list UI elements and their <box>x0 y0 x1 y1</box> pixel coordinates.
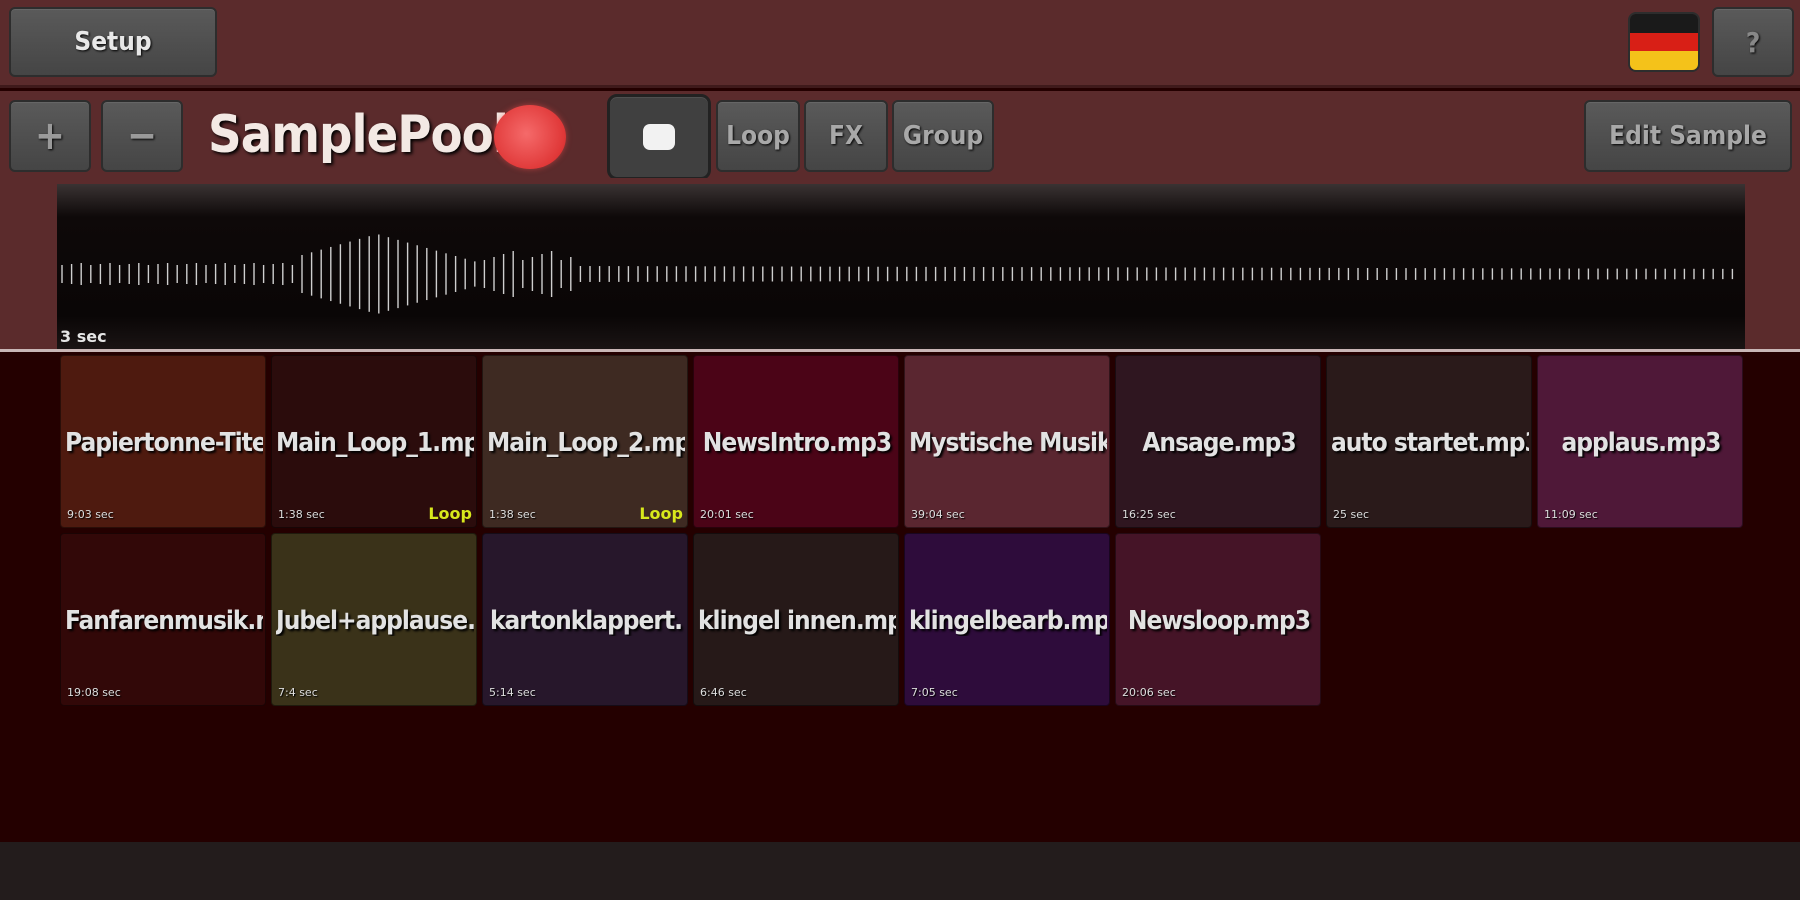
waveform-area: 3 sec <box>0 178 1800 352</box>
setup-button[interactable]: Setup <box>9 7 217 77</box>
stop-button[interactable] <box>607 94 711 180</box>
sample-pad-duration: 11:09 sec <box>1544 508 1598 521</box>
divider <box>0 349 1800 352</box>
sample-pad[interactable]: Newsloop.mp3 20:06 sec <box>1115 533 1321 706</box>
sample-pad-duration: 9:03 sec <box>67 508 114 521</box>
sample-pad-name: Main_Loop_2.mp3 <box>487 428 685 458</box>
sample-pad-duration: 25 sec <box>1333 508 1370 521</box>
sample-pad-duration: 6:46 sec <box>700 686 747 699</box>
sample-pad[interactable]: Fanfarenmusik.m 19:08 sec <box>60 533 266 706</box>
sample-pad-name: klingel innen.mp3 <box>698 606 896 636</box>
sample-pad-duration: 7:4 sec <box>278 686 318 699</box>
fx-button[interactable]: FX <box>804 100 888 172</box>
sample-pad-duration: 1:38 sec <box>278 508 325 521</box>
sample-pad-duration: 7:05 sec <box>911 686 958 699</box>
sample-pad-name: Main_Loop_1.mp3 <box>276 428 474 458</box>
sample-pad-name: applaus.mp3 <box>1561 428 1722 458</box>
sample-pad[interactable]: klingelbearb.mp3 7:05 sec <box>904 533 1110 706</box>
sample-pad-duration: 19:08 sec <box>67 686 121 699</box>
flag-stripe-black <box>1630 14 1698 33</box>
sample-pad-duration: 16:25 sec <box>1122 508 1176 521</box>
sample-pad-duration: 5:14 sec <box>489 686 536 699</box>
sample-pad-name: Mystische Musik. <box>909 428 1107 458</box>
sample-pad-duration: 20:01 sec <box>700 508 754 521</box>
sample-pad-name: Papiertonne-Titel <box>65 428 263 458</box>
sample-pad-name: Jubel+applause.m <box>276 606 474 636</box>
sample-pad[interactable]: Main_Loop_1.mp3 1:38 sec Loop <box>271 355 477 528</box>
sample-pad-loop-badge: Loop <box>639 504 683 523</box>
waveform-graphic <box>61 234 1734 314</box>
sample-pad-name: Ansage.mp3 <box>1142 428 1296 458</box>
sample-pad-name: auto startet.mp3 <box>1331 428 1529 458</box>
sample-pad[interactable]: kartonklappert. 5:14 sec <box>482 533 688 706</box>
sample-pad-duration: 39:04 sec <box>911 508 965 521</box>
sample-pad[interactable]: applaus.mp3 11:09 sec <box>1537 355 1743 528</box>
toolbar: + − SamplePool Loop FX Group Edit Sample <box>0 91 1800 180</box>
waveform-display[interactable]: 3 sec <box>57 184 1745 349</box>
sample-pad[interactable]: klingel innen.mp3 6:46 sec <box>693 533 899 706</box>
sample-pad[interactable]: Jubel+applause.m 7:4 sec <box>271 533 477 706</box>
sample-pad[interactable]: Ansage.mp3 16:25 sec <box>1115 355 1321 528</box>
sample-pad-name: klingelbearb.mp3 <box>909 606 1107 636</box>
add-sample-button[interactable]: + <box>9 100 91 172</box>
flag-stripe-red <box>1630 32 1698 52</box>
help-button[interactable]: ? <box>1712 7 1794 77</box>
waveform-duration-label: 3 sec <box>60 327 107 346</box>
group-button[interactable]: Group <box>892 100 994 172</box>
flag-stripe-gold <box>1630 51 1698 70</box>
edit-sample-button[interactable]: Edit Sample <box>1584 100 1792 172</box>
germany-flag-icon[interactable] <box>1628 12 1700 72</box>
sample-pad-name: Newsloop.mp3 <box>1127 606 1311 636</box>
sample-pad[interactable]: NewsIntro.mp3 20:01 sec <box>693 355 899 528</box>
app-title: SamplePool <box>208 105 509 165</box>
record-indicator-icon[interactable] <box>494 105 566 169</box>
sample-pad[interactable]: Main_Loop_2.mp3 1:38 sec Loop <box>482 355 688 528</box>
sample-pad[interactable]: Papiertonne-Titel 9:03 sec <box>60 355 266 528</box>
top-bar: Setup ? <box>0 0 1800 88</box>
loop-button[interactable]: Loop <box>716 100 800 172</box>
sample-pad[interactable]: Mystische Musik. 39:04 sec <box>904 355 1110 528</box>
stop-icon <box>643 124 675 150</box>
sample-pad[interactable]: auto startet.mp3 25 sec <box>1326 355 1532 528</box>
bottom-bar <box>0 842 1800 900</box>
sample-pad-loop-badge: Loop <box>428 504 472 523</box>
remove-sample-button[interactable]: − <box>101 100 183 172</box>
sample-pad-name: NewsIntro.mp3 <box>702 428 892 458</box>
sample-pad-name: Fanfarenmusik.m <box>65 606 263 636</box>
sample-pad-name: kartonklappert. <box>489 606 683 636</box>
sample-pad-duration: 1:38 sec <box>489 508 536 521</box>
sample-pad-duration: 20:06 sec <box>1122 686 1176 699</box>
